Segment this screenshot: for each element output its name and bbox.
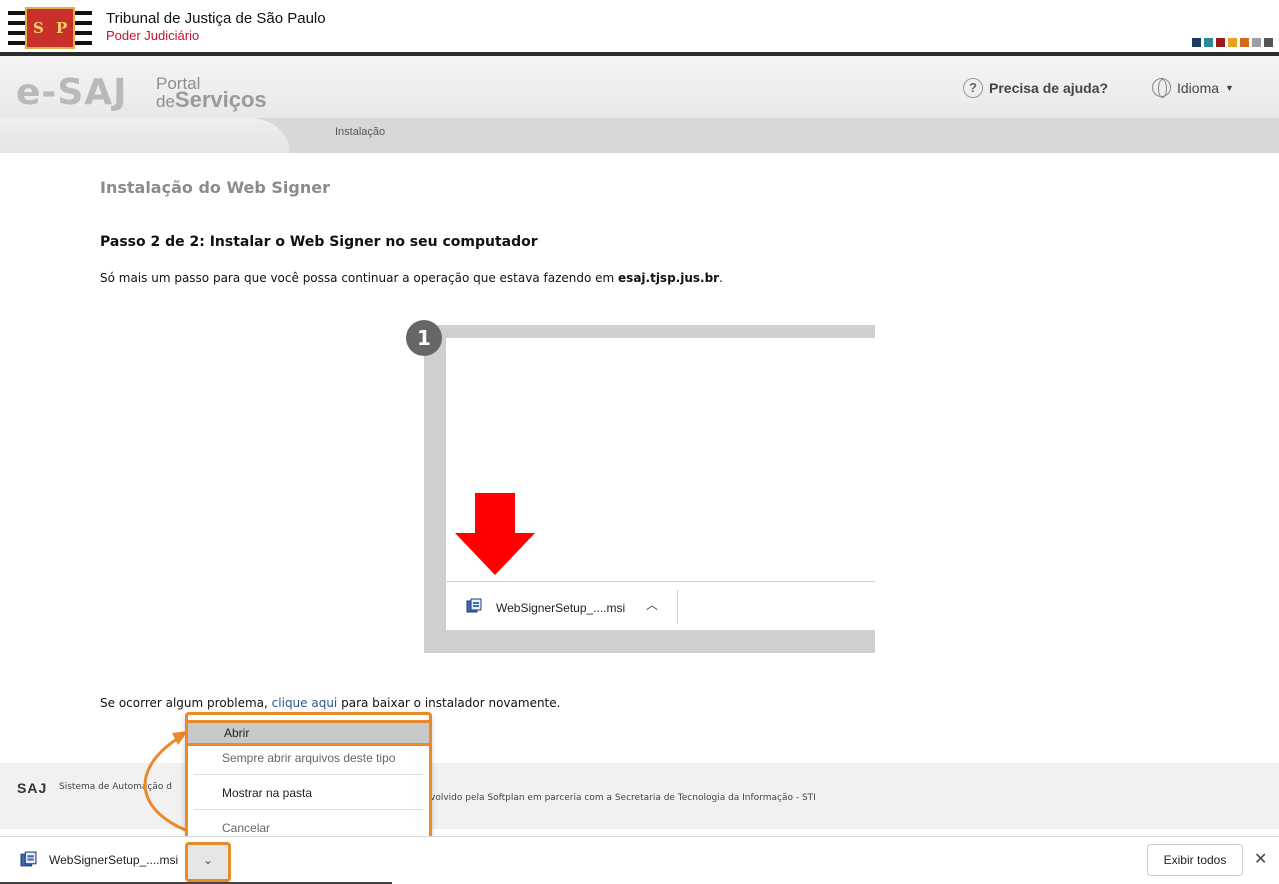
step-description: Só mais um passo para que você possa con…: [100, 271, 723, 285]
red-down-arrow-icon: [455, 493, 535, 575]
question-icon: ?: [963, 78, 983, 98]
portal-de: de: [156, 92, 175, 111]
menu-separator: [194, 774, 423, 775]
language-dropdown[interactable]: Idioma ▼: [1152, 78, 1234, 98]
theme-color-5[interactable]: [1240, 38, 1249, 47]
esaj-logo-text: e-SAJ: [16, 72, 128, 113]
theme-color-3[interactable]: [1216, 38, 1225, 47]
msi-installer-icon: [466, 598, 482, 613]
theme-color-7[interactable]: [1264, 38, 1273, 47]
download-context-menu: Abrir Sempre abrir arquivos deste tipo M…: [185, 712, 432, 844]
org-title: Tribunal de Justiça de São Paulo: [106, 10, 326, 27]
illustration-download-bar: WebSignerSetup_....msi ︿: [446, 581, 875, 630]
download-file-name[interactable]: WebSignerSetup_....msi: [49, 853, 178, 867]
menu-item-sempre-abrir[interactable]: Sempre abrir arquivos deste tipo: [188, 743, 429, 773]
page-title: Instalação do Web Signer: [100, 178, 330, 197]
menu-separator: [194, 809, 423, 810]
menu-item-mostrar-na-pasta[interactable]: Mostrar na pasta: [188, 778, 429, 808]
org-subtitle: Poder Judiciário: [106, 28, 200, 43]
tabs-strip: [0, 118, 1279, 153]
close-icon[interactable]: ✕: [1254, 849, 1267, 868]
footer-saj-logo: SAJ: [17, 780, 48, 796]
tab-instalacao[interactable]: Instalação: [335, 126, 385, 138]
theme-color-4[interactable]: [1228, 38, 1237, 47]
step-text-after: .: [719, 271, 723, 285]
redownload-link[interactable]: clique aqui: [272, 696, 338, 710]
tjsp-logo[interactable]: S P: [8, 7, 92, 49]
step-number-badge: 1: [406, 320, 442, 356]
step-text-before: Só mais um passo para que você possa con…: [100, 271, 619, 285]
msi-installer-icon: [20, 851, 37, 867]
theme-color-2[interactable]: [1204, 38, 1213, 47]
tjsp-header: S P Tribunal de Justiça de São Paulo Pod…: [0, 0, 1279, 54]
download-options-button[interactable]: ⌄: [185, 842, 231, 882]
problem-text: Se ocorrer algum problema, clique aqui p…: [100, 696, 560, 710]
theme-color-squares[interactable]: [1192, 38, 1273, 47]
tjsp-shield-icon: S P: [25, 7, 75, 49]
logo-letter-s: S: [33, 19, 44, 37]
step-title: Passo 2 de 2: Instalar o Web Signer no s…: [100, 234, 538, 250]
browser-download-bar: WebSignerSetup_....msi ⌄ Exibir todos ✕: [0, 836, 1279, 884]
footer-system-text: Sistema de Automação d: [59, 782, 172, 792]
language-label: Idioma: [1177, 79, 1220, 96]
problem-before: Se ocorrer algum problema,: [100, 696, 272, 710]
globe-icon: [1152, 78, 1171, 98]
help-link[interactable]: ? Precisa de ajuda?: [963, 78, 1108, 98]
esaj-navbar: e-SAJ Portal deServiços ? Precisa de aju…: [0, 56, 1279, 153]
footer-dev-text: volvido pela Softplan em parceria com a …: [430, 793, 816, 803]
theme-color-1[interactable]: [1192, 38, 1201, 47]
chevron-down-icon: ⌄: [202, 853, 214, 867]
logo-letter-p: P: [56, 19, 68, 37]
help-label: Precisa de ajuda?: [989, 80, 1109, 96]
theme-color-6[interactable]: [1252, 38, 1261, 47]
chevron-up-icon: ︿: [646, 598, 659, 612]
chevron-down-icon: ▼: [1225, 82, 1234, 93]
step-text-domain: esaj.tjsp.jus.br: [618, 271, 720, 285]
show-all-downloads-button[interactable]: Exibir todos: [1147, 844, 1243, 876]
portal-servicos: Serviços: [174, 87, 267, 112]
problem-after: para baixar o instalador novamente.: [337, 696, 561, 710]
download-illustration: WebSignerSetup_....msi ︿: [424, 325, 875, 653]
illustration-divider: [677, 590, 678, 624]
portal-de-servicos-label: Portal deServiços: [156, 75, 267, 112]
esaj-logo[interactable]: e-SAJ: [16, 72, 128, 113]
illustration-file-name: WebSignerSetup_....msi: [496, 601, 626, 615]
